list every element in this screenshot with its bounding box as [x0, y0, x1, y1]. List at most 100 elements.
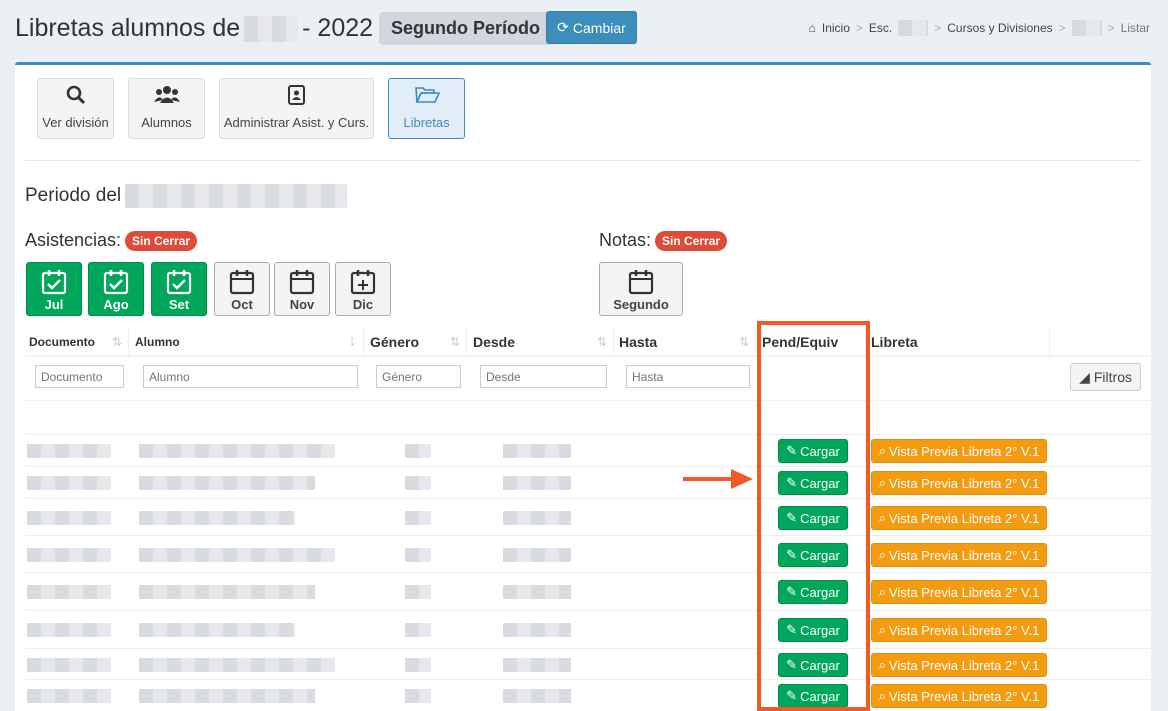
vista-previa-label: Vista Previa Libreta 2° V.1: [888, 475, 1040, 491]
filter-desde-input[interactable]: [480, 365, 607, 388]
filters-button[interactable]: ◢ Filtros: [1070, 363, 1141, 391]
vista-previa-button[interactable]: ⌕ Vista Previa Libreta 2° V.1: [871, 506, 1047, 530]
ver-division-button[interactable]: Ver división: [37, 78, 114, 139]
table-header-row: Documento ⇅ Alumno ⇂ Género ⇅ Desde ⇅ Hasta ⇅…: [25, 327, 1151, 357]
month-ago-button[interactable]: Ago: [88, 262, 144, 316]
redacted-period-dates: [125, 184, 348, 208]
cargar-button[interactable]: ✎ Cargar: [778, 618, 848, 642]
table-row: ✎ Cargar ⌕ Vista Previa Libreta 2° V.1: [25, 610, 1151, 648]
th-desde[interactable]: Desde ⇅: [469, 327, 614, 357]
search-icon: [66, 85, 86, 109]
redacted-cell: [503, 623, 571, 637]
redacted-cell: [503, 585, 571, 599]
redacted-cell: [27, 689, 111, 703]
table-row: ✎ Cargar ⌕ Vista Previa Libreta 2° V.1: [25, 572, 1151, 610]
home-icon: ⌂: [808, 21, 816, 35]
sort-icon: ⇅: [111, 335, 122, 349]
month-nov-button[interactable]: Nov: [274, 262, 330, 316]
vista-previa-button[interactable]: ⌕ Vista Previa Libreta 2° V.1: [871, 684, 1047, 708]
redacted-cell: [405, 658, 431, 672]
redacted-course: [1071, 20, 1102, 36]
vista-previa-button[interactable]: ⌕ Vista Previa Libreta 2° V.1: [871, 580, 1047, 604]
month-dic-button[interactable]: Dic: [335, 262, 391, 316]
alumnos-button[interactable]: Alumnos: [128, 78, 205, 139]
notas-segundo-button[interactable]: Segundo: [599, 262, 683, 316]
redacted-cell: [139, 658, 335, 672]
month-label: Oct: [231, 297, 253, 312]
cargar-button[interactable]: ✎ Cargar: [778, 471, 848, 495]
administrar-button[interactable]: Administrar Asist. y Curs.: [219, 78, 374, 139]
vista-previa-button[interactable]: ⌕ Vista Previa Libreta 2° V.1: [871, 653, 1047, 677]
redacted-cell: [27, 511, 111, 525]
cargar-button[interactable]: ✎ Cargar: [778, 439, 848, 463]
notas-status-badge: Sin Cerrar: [655, 230, 728, 251]
month-label: Ago: [103, 297, 129, 312]
th-hasta[interactable]: Hasta ⇅: [615, 327, 756, 357]
ver-division-label: Ver división: [42, 115, 109, 130]
th-alumno[interactable]: Alumno ⇂: [131, 327, 364, 357]
calendar-plus-icon: [350, 270, 376, 295]
th-desde-label: Desde: [473, 334, 516, 350]
cargar-label: Cargar: [800, 584, 840, 600]
breadcrumb-school[interactable]: Esc.: [869, 21, 892, 35]
title-year: - 2022: [302, 14, 374, 42]
breadcrumb-separator: >: [1058, 21, 1066, 35]
calendar-icon: [229, 270, 255, 295]
filter-row: ◢ Filtros: [25, 359, 1151, 401]
table-row: ✎ Cargar ⌕ Vista Previa Libreta 2° V.1: [25, 648, 1151, 679]
redacted-cell: [27, 548, 111, 562]
redacted-cell: [503, 689, 571, 703]
calendar-check-icon: [41, 270, 67, 295]
month-label: Jul: [44, 297, 64, 312]
th-documento[interactable]: Documento ⇅: [25, 327, 129, 357]
libretas-button[interactable]: Libretas: [388, 78, 465, 139]
filter-hasta-input[interactable]: [626, 365, 750, 388]
cargar-button[interactable]: ✎ Cargar: [778, 580, 848, 604]
breadcrumb-courses[interactable]: Cursos y Divisiones: [947, 21, 1052, 35]
th-genero[interactable]: Género ⇅: [366, 327, 467, 357]
breadcrumb-home[interactable]: Inicio: [822, 21, 850, 35]
cargar-button[interactable]: ✎ Cargar: [778, 506, 848, 530]
calendar-icon: [289, 270, 315, 295]
redacted-cell: [503, 476, 571, 490]
redacted-cell: [27, 585, 111, 599]
redacted-cell: [139, 623, 295, 637]
vista-previa-label: Vista Previa Libreta 2° V.1: [888, 510, 1040, 526]
redacted-cell: [139, 689, 315, 703]
filter-genero-input[interactable]: [376, 365, 461, 388]
cargar-label: Cargar: [800, 688, 840, 704]
month-label: Dic: [352, 297, 374, 312]
cargar-button[interactable]: ✎ Cargar: [778, 543, 848, 567]
month-jul-button[interactable]: Jul: [26, 262, 82, 316]
table-row: ✎ Cargar ⌕ Vista Previa Libreta 2° V.1: [25, 466, 1151, 498]
change-period-button[interactable]: ⟳ Cambiar: [546, 11, 637, 44]
filter-alumno-input[interactable]: [143, 365, 358, 388]
page-header: Libretas alumnos de - 2022 Segundo Perío…: [0, 0, 1168, 62]
vista-previa-button[interactable]: ⌕ Vista Previa Libreta 2° V.1: [871, 471, 1047, 495]
vista-previa-label: Vista Previa Libreta 2° V.1: [888, 547, 1040, 563]
divider: [25, 160, 1141, 161]
main-box: Ver división Alumnos Administrar Asist. …: [15, 62, 1151, 711]
vista-previa-label: Vista Previa Libreta 2° V.1: [888, 688, 1040, 704]
redacted-cell: [27, 476, 111, 490]
month-set-button[interactable]: Set: [151, 262, 207, 316]
redacted-cell: [139, 444, 335, 458]
vista-previa-button[interactable]: ⌕ Vista Previa Libreta 2° V.1: [871, 439, 1047, 463]
redacted-cell: [503, 548, 571, 562]
cargar-button[interactable]: ✎ Cargar: [778, 653, 848, 677]
cargar-button[interactable]: ✎ Cargar: [778, 684, 848, 708]
vista-previa-button[interactable]: ⌕ Vista Previa Libreta 2° V.1: [871, 618, 1047, 642]
change-button-label: Cambiar: [572, 19, 626, 36]
cargar-label: Cargar: [800, 510, 840, 526]
calendar-check-icon: [166, 270, 192, 295]
redacted-cell: [139, 548, 335, 562]
search-icon: ⌕: [878, 475, 886, 490]
vista-previa-button[interactable]: ⌕ Vista Previa Libreta 2° V.1: [871, 543, 1047, 567]
edit-icon: ✎: [786, 688, 798, 703]
filters-button-label: Filtros: [1093, 369, 1132, 385]
redacted-cell: [405, 585, 431, 599]
filter-documento-input[interactable]: [35, 365, 124, 388]
breadcrumb-current: Listar: [1120, 21, 1150, 35]
month-oct-button[interactable]: Oct: [214, 262, 270, 316]
cargar-label: Cargar: [800, 657, 840, 673]
